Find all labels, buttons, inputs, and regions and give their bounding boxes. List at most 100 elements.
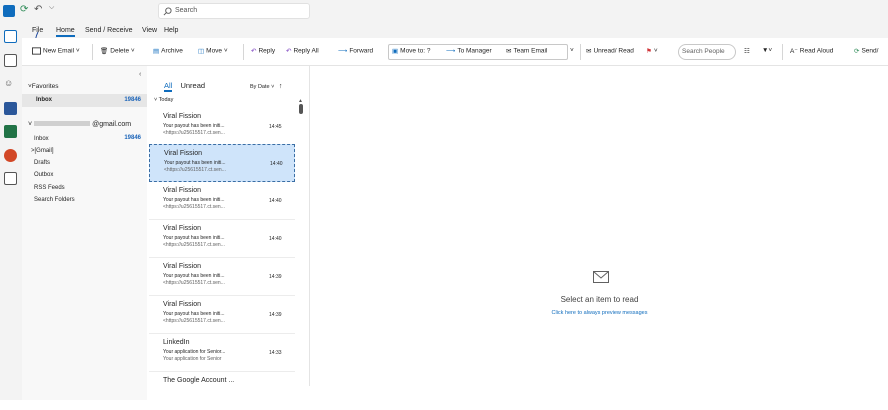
powerpoint-icon[interactable] bbox=[4, 149, 17, 162]
title-bar: ⟳ ↶ ⌵ Search bbox=[0, 0, 888, 22]
reading-pane: Select an item to read Click here to alw… bbox=[311, 66, 888, 386]
calendar-icon[interactable] bbox=[4, 54, 17, 67]
send-receive-button[interactable]: ⟳ Send/ bbox=[854, 47, 878, 55]
ribbon-separator bbox=[243, 44, 244, 60]
favorites-inbox[interactable]: Inbox 19846 bbox=[22, 94, 147, 107]
folder-gmail[interactable]: >[Gmail] bbox=[31, 148, 54, 154]
word-icon[interactable] bbox=[4, 102, 17, 115]
sort-label: By Date bbox=[250, 84, 270, 90]
message-sender: The Google Account ... bbox=[163, 377, 235, 384]
move-to-quickstep[interactable]: ▣ Move to: ? bbox=[392, 47, 431, 55]
message-item[interactable]: Viral Fission Your payout has been initi… bbox=[149, 296, 295, 334]
favorites-label: Favorites bbox=[31, 83, 59, 90]
forward-label: Forward bbox=[349, 47, 374, 55]
ribbon-separator bbox=[92, 44, 93, 60]
account-redaction bbox=[34, 121, 91, 126]
forward-icon: ⟶ bbox=[338, 48, 348, 55]
ribbon-separator bbox=[782, 44, 783, 60]
message-subject: Your payout has been initi... bbox=[164, 160, 226, 166]
message-time: 14:33 bbox=[269, 350, 282, 356]
collapse-pane-icon[interactable]: ‹ bbox=[139, 71, 141, 78]
excel-icon[interactable] bbox=[4, 125, 17, 138]
unread-read-label: Unread/ Read bbox=[593, 47, 634, 55]
apps-icon[interactable] bbox=[4, 172, 17, 185]
move-label: Move bbox=[206, 47, 223, 55]
menu-view[interactable]: View bbox=[142, 27, 157, 34]
read-aloud-button[interactable]: A⁻ Read Aloud bbox=[790, 47, 833, 55]
address-book-icon[interactable]: ☷ bbox=[744, 47, 750, 55]
menu-send-receive[interactable]: Send / Receive bbox=[85, 27, 132, 34]
message-subject: Your payout has been initi... bbox=[163, 273, 225, 279]
move-to-icon: ▣ bbox=[392, 48, 399, 55]
filter-email-icon[interactable]: ▼˅ bbox=[762, 47, 772, 54]
new-email-label: New Email bbox=[43, 47, 75, 55]
message-item[interactable]: Viral Fission Your payout has been initi… bbox=[149, 220, 295, 258]
reply-button[interactable]: ↶ Reply bbox=[251, 47, 275, 55]
ribbon-toolbar: New Email ˅ 🗑 Delete ˅ ▤ Archive ◫ Move ˅ ↶… bbox=[22, 38, 888, 66]
new-email-button[interactable]: New Email ˅ bbox=[32, 47, 80, 55]
folder-search-folders[interactable]: Search Folders bbox=[34, 197, 75, 203]
envelope-icon bbox=[593, 271, 609, 283]
flag-button[interactable]: ⚑ ˅ bbox=[646, 47, 658, 55]
message-item[interactable]: Viral Fission Your payout has been initi… bbox=[149, 182, 295, 220]
reply-all-button[interactable]: ↶ Reply All bbox=[286, 47, 319, 55]
people-icon[interactable]: ☺ bbox=[4, 78, 17, 91]
message-sender: LinkedIn bbox=[163, 339, 190, 346]
tab-unread[interactable]: Unread bbox=[180, 81, 205, 90]
archive-icon: ▤ bbox=[153, 48, 160, 55]
account-header[interactable]: ˅ @gmail.com bbox=[28, 121, 131, 128]
sync-icon[interactable]: ⟳ bbox=[20, 4, 28, 15]
to-manager-quickstep[interactable]: ⟶ To Manager bbox=[446, 47, 492, 55]
sort-direction-icon[interactable]: ↑ bbox=[279, 83, 283, 90]
reading-empty-title: Select an item to read bbox=[560, 295, 639, 304]
forward-button[interactable]: ⟶ Forward bbox=[338, 47, 373, 55]
message-list-scrollbar[interactable]: ▲ bbox=[298, 98, 304, 386]
undo-icon[interactable]: ↶ bbox=[34, 4, 42, 15]
folder-rss-feeds[interactable]: RSS Feeds bbox=[34, 185, 65, 191]
app-rail: ☺ bbox=[0, 22, 22, 400]
message-sender: Viral Fission bbox=[163, 113, 201, 120]
scroll-thumb[interactable] bbox=[299, 104, 303, 114]
group-today-header[interactable]: ˅ Today bbox=[154, 97, 173, 103]
scroll-up-icon[interactable]: ▲ bbox=[298, 98, 304, 104]
search-people-input[interactable]: Search People bbox=[678, 44, 736, 60]
message-sender: Viral Fission bbox=[163, 187, 201, 194]
list-tabs: All Unread bbox=[164, 81, 205, 92]
delete-label: Delete bbox=[110, 47, 130, 55]
message-subject: Your application for Senior... bbox=[163, 349, 226, 355]
archive-label: Archive bbox=[161, 47, 183, 55]
always-preview-link[interactable]: Click here to always preview messages bbox=[311, 310, 888, 316]
tab-all[interactable]: All bbox=[164, 81, 173, 92]
quickstep-dropdown-icon[interactable]: ˅ bbox=[570, 47, 574, 54]
message-item-selected[interactable]: Viral Fission Your payout has been initi… bbox=[149, 144, 295, 182]
message-subject: Your payout has been initi... bbox=[163, 197, 225, 203]
folder-drafts[interactable]: Drafts bbox=[34, 160, 50, 166]
delete-button[interactable]: 🗑 Delete ˅ bbox=[100, 47, 135, 55]
mail-icon[interactable] bbox=[4, 30, 17, 43]
outlook-app-icon bbox=[3, 5, 15, 17]
folder-inbox[interactable]: Inbox bbox=[34, 136, 49, 142]
customize-dropdown-icon[interactable]: ⌵ bbox=[49, 4, 54, 12]
message-item[interactable]: The Google Account ... bbox=[149, 372, 295, 410]
message-sender: Viral Fission bbox=[164, 150, 202, 157]
favorites-header[interactable]: ˅Favorites bbox=[28, 83, 59, 90]
sort-dropdown[interactable]: By Date ˅ ↑ bbox=[250, 83, 282, 90]
team-email-icon: ✉ bbox=[506, 48, 512, 55]
folder-outbox[interactable]: Outbox bbox=[34, 172, 53, 178]
team-email-quickstep[interactable]: ✉ Team Email bbox=[506, 47, 547, 55]
reply-icon: ↶ bbox=[251, 48, 257, 55]
move-button[interactable]: ◫ Move ˅ bbox=[198, 47, 228, 55]
message-item[interactable]: Viral Fission Your payout has been initi… bbox=[149, 258, 295, 296]
search-box[interactable]: Search bbox=[158, 3, 310, 19]
message-time: 14:45 bbox=[269, 124, 282, 130]
unread-read-button[interactable]: ✉ Unread/ Read bbox=[586, 47, 634, 55]
group-today-label: Today bbox=[158, 97, 174, 103]
folder-inbox-count: 19846 bbox=[124, 135, 141, 141]
menu-help[interactable]: Help bbox=[164, 27, 178, 34]
message-item[interactable]: LinkedIn Your application for Senior... … bbox=[149, 334, 295, 372]
message-item[interactable]: Viral Fission Your payout has been initi… bbox=[149, 108, 295, 146]
move-to-label: Move to: ? bbox=[400, 47, 431, 55]
message-subject: Your payout has been initi... bbox=[163, 311, 225, 317]
message-time: 14:40 bbox=[269, 198, 282, 204]
archive-button[interactable]: ▤ Archive bbox=[153, 47, 183, 55]
